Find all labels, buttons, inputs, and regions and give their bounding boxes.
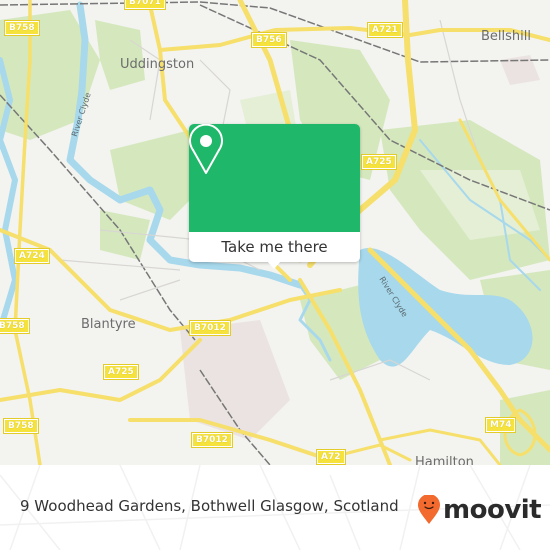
place-label: Bellshill <box>481 29 531 44</box>
popup-pointer <box>267 261 281 269</box>
place-label: Uddingston <box>120 57 195 72</box>
road-label: B758 <box>0 318 30 334</box>
road-label: A724 <box>14 248 50 264</box>
road-label: A725 <box>103 364 139 380</box>
road-label: B756 <box>251 32 287 48</box>
place-label: Blantyre <box>81 317 136 332</box>
location-popup: Take me there <box>189 124 360 269</box>
map-pin-icon <box>189 124 223 174</box>
map[interactable]: B7071 B758 B756 A721 A725 A724 B758 B701… <box>0 0 550 465</box>
road-label: B758 <box>4 20 40 36</box>
address-text: 9 Woodhead Gardens, Bothwell Glasgow, Sc… <box>20 497 399 515</box>
road-label: B7012 <box>191 432 233 448</box>
moovit-face-icon <box>418 495 440 524</box>
take-me-there-button[interactable]: Take me there <box>189 232 360 262</box>
road-label: A72 <box>316 449 346 465</box>
road-label: B7012 <box>189 320 231 336</box>
place-label: Hamilton <box>415 455 474 465</box>
road-label: A725 <box>361 154 397 170</box>
popup-header <box>189 124 360 232</box>
brand-name: moovit <box>443 495 542 525</box>
moovit-logo[interactable]: moovit <box>418 495 542 525</box>
footer: 9 Woodhead Gardens, Bothwell Glasgow, Sc… <box>0 465 550 550</box>
road-label: M74 <box>484 417 517 433</box>
road-label: B758 <box>3 418 39 434</box>
road-label: B7071 <box>124 0 166 10</box>
road-label: A721 <box>367 22 403 38</box>
